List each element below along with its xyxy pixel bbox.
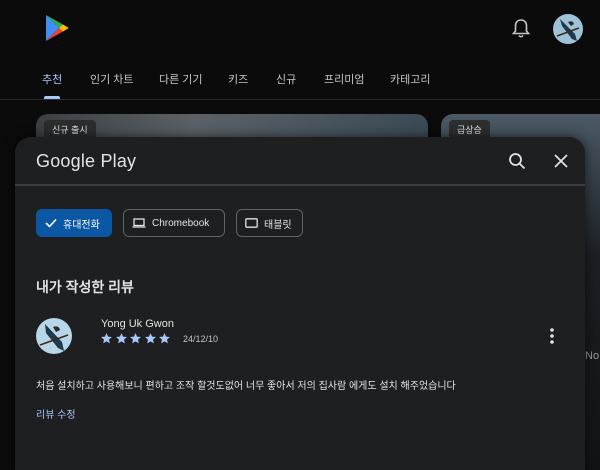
reviewer-name: Yong Uk Gwon — [101, 318, 174, 330]
tab-kids[interactable]: 키즈 — [228, 71, 248, 87]
filter-chip-label: 태블릿 — [264, 219, 292, 231]
google-play-logo[interactable] — [44, 14, 70, 42]
tab-premium[interactable]: 프리미엄 — [324, 71, 364, 87]
star-icon — [101, 333, 112, 344]
more-options-icon[interactable] — [545, 326, 559, 346]
my-reviews-dialog: Google Play 휴대전화 Chromebook 태블릿 내가 작성한 리… — [15, 137, 585, 470]
filter-chip-chromebook[interactable]: Chromebook — [123, 209, 225, 237]
close-icon[interactable] — [552, 152, 570, 170]
filter-chip-label: 휴대전화 — [63, 219, 100, 231]
check-icon — [45, 218, 57, 228]
tab-new[interactable]: 신규 — [276, 71, 296, 87]
filter-chip-tablet[interactable]: 태블릿 — [236, 209, 303, 237]
star-icon — [159, 333, 170, 344]
filter-chip-phone[interactable]: 휴대전화 — [36, 209, 112, 237]
peek-text: No — [585, 350, 600, 362]
star-icon — [115, 333, 127, 344]
filter-chip-label: Chromebook — [152, 217, 210, 229]
active-tab-indicator — [44, 96, 60, 99]
tab-categories[interactable]: 카테고리 — [390, 71, 430, 87]
star-icon — [144, 333, 156, 344]
dialog-title: Google Play — [36, 151, 137, 171]
tab-top-charts[interactable]: 인기 차트 — [90, 71, 134, 87]
bell-icon[interactable] — [511, 18, 531, 40]
section-title: 내가 작성한 리뷰 — [36, 279, 134, 295]
rating-stars — [100, 332, 173, 345]
tablet-icon — [245, 218, 258, 228]
tab-recommended[interactable]: 추천 — [42, 71, 62, 87]
review-text: 처음 설치하고 사용해보니 편하고 조작 할것도없어 너무 좋아서 저의 집사람… — [36, 381, 456, 392]
reviewer-avatar — [36, 318, 72, 354]
top-bar — [0, 0, 600, 58]
category-tabs: 추천 인기 차트 다른 기기 키즈 신규 프리미엄 카테고리 — [0, 58, 600, 100]
avatar[interactable] — [553, 14, 583, 44]
star-icon — [130, 333, 141, 344]
laptop-icon — [132, 218, 146, 228]
dialog-divider — [15, 184, 585, 186]
tab-other-devices[interactable]: 다른 기기 — [159, 71, 203, 87]
edit-review-link[interactable]: 리뷰 수정 — [36, 406, 76, 421]
search-icon[interactable] — [508, 152, 526, 170]
review-date: 24/12/10 — [183, 334, 219, 344]
